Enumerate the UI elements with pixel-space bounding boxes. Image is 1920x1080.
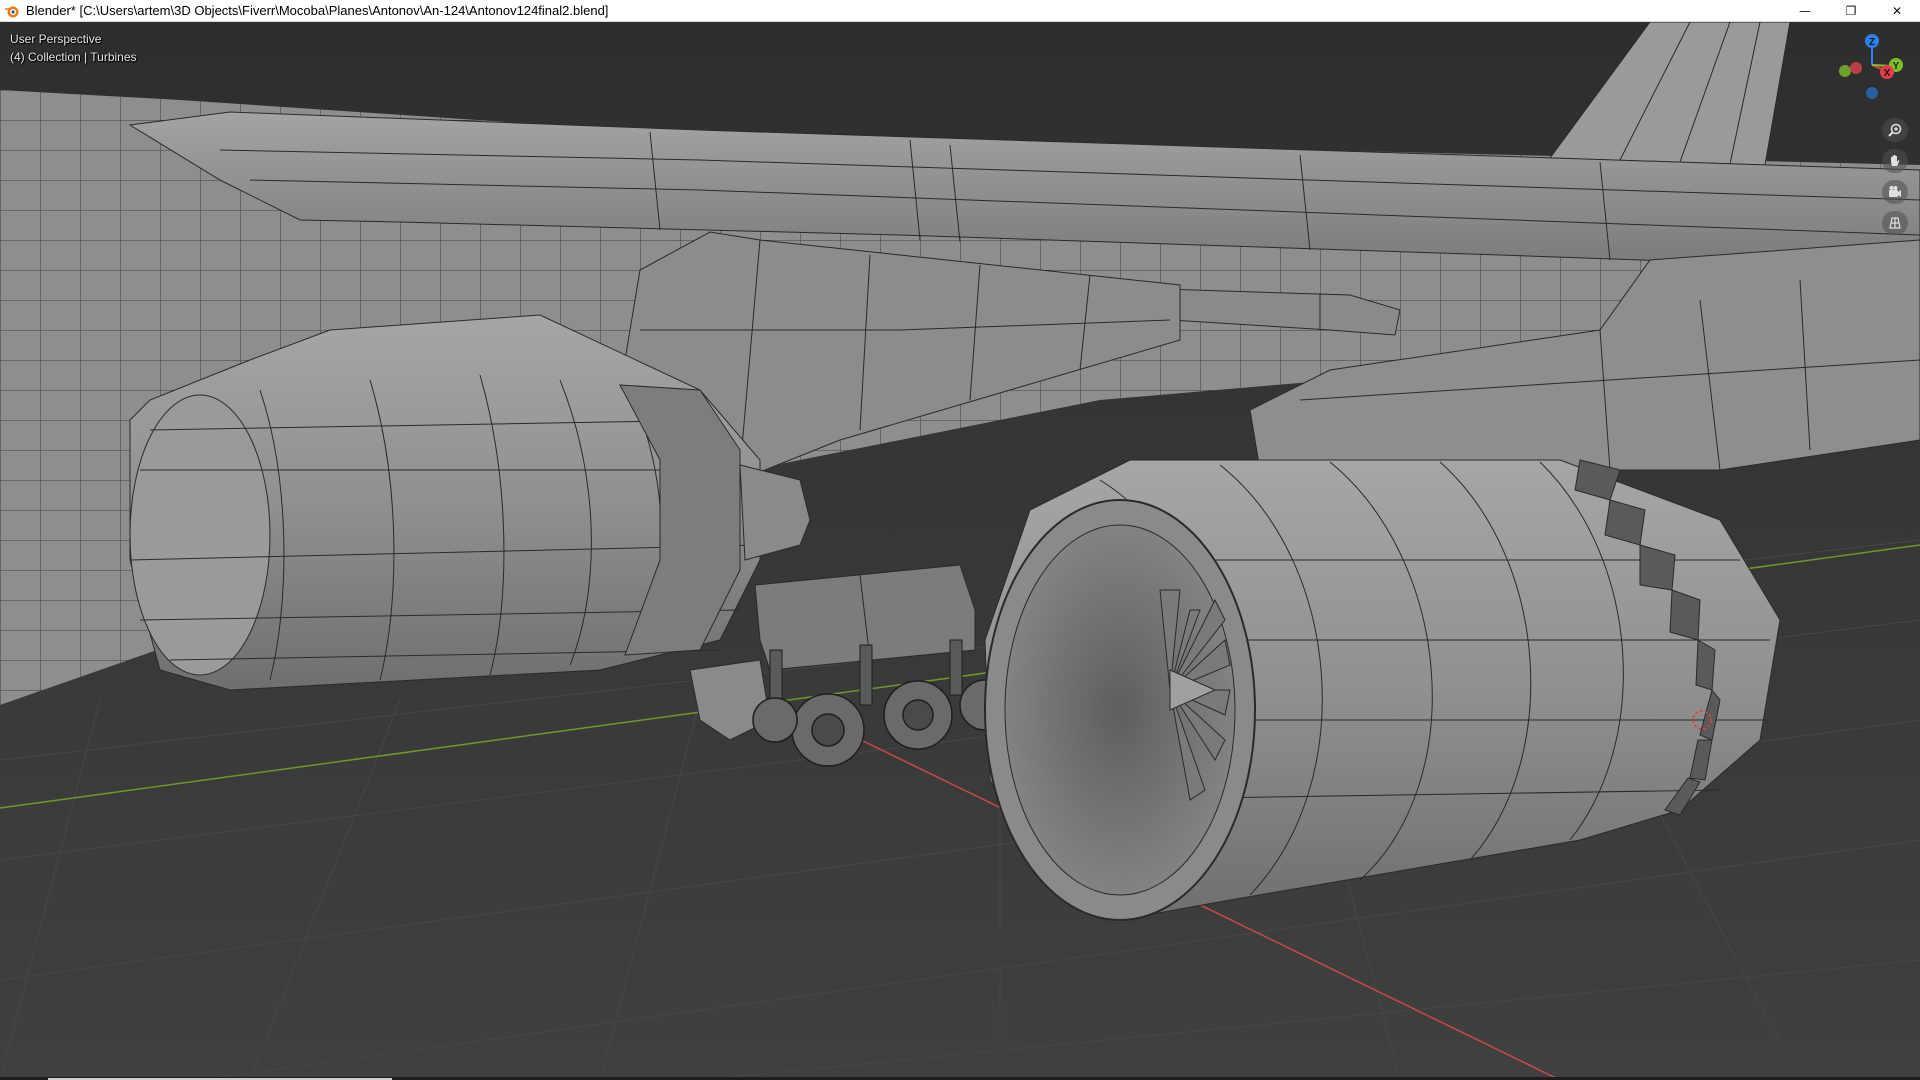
window-titlebar: Blender* [C:\Users\artem\3D Objects\Five… [0,0,1920,22]
gizmo-x-label: X [1884,68,1891,79]
camera-icon [1889,186,1901,197]
restore-button[interactable]: ❐ [1828,0,1874,22]
ortho-toggle-button[interactable] [1882,211,1908,235]
collection-info-label: (4) Collection | Turbines [10,50,137,64]
gizmo-neg-x-icon[interactable] [1850,62,1862,74]
camera-view-button[interactable] [1882,180,1908,204]
window-title: Blender* [C:\Users\artem\3D Objects\Five… [26,3,609,18]
viewport-nav-tools [1882,118,1908,235]
viewport-scene[interactable] [0,22,1920,1080]
hand-pan-icon [1891,155,1900,166]
gizmo-neg-y-icon[interactable] [1839,65,1851,77]
zoom-icon [1888,123,1902,137]
close-button[interactable]: ✕ [1874,0,1920,22]
gizmo-z-label: Z [1869,37,1875,48]
navigation-gizmo[interactable]: Z Y X [1820,30,1920,120]
minimize-button[interactable]: — [1782,0,1828,22]
zoom-button[interactable] [1882,118,1908,142]
gizmo-neg-z-icon[interactable] [1866,87,1878,99]
grid-ortho-icon [1889,217,1901,229]
3d-viewport[interactable]: User Perspective (4) Collection | Turbin… [0,22,1920,1080]
blender-logo-icon [5,5,19,17]
pan-button[interactable] [1882,149,1908,173]
view-name-label: User Perspective [10,32,102,46]
